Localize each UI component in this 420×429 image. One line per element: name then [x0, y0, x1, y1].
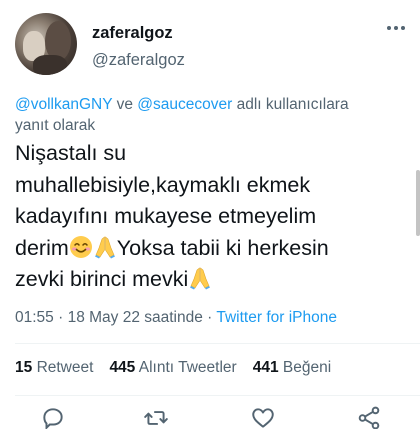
tweet-source-link[interactable]: Twitter for iPhone	[216, 309, 337, 326]
author-display-name[interactable]: zaferalgoz	[92, 24, 173, 43]
tweet-line: Yoksa tabii ki herkesin	[116, 235, 329, 260]
author-handle[interactable]: @zaferalgoz	[92, 51, 185, 70]
mention-link-saucecover[interactable]: @saucecover	[137, 96, 232, 113]
folded-hands-emoji-icon	[94, 235, 115, 258]
avatar-photo-detail	[33, 55, 67, 75]
heart-icon[interactable]	[250, 405, 280, 429]
mention-link-vollkangny[interactable]: @vollkanGNY	[15, 96, 112, 113]
divider	[15, 395, 420, 396]
tweet-text: Nişastalı su muhallebisiyle,kaymaklı ekm…	[15, 138, 415, 296]
engagement-stats: 15 Retweet 445 Alıntı Tweetler 441 Beğeni	[15, 359, 331, 377]
replying-to: @vollkanGNY ve @saucecover adlı kullanıc…	[15, 94, 407, 136]
retweets-label: Retweet	[36, 359, 94, 376]
tweet-line: zevki birinci mevki	[15, 267, 189, 291]
tweet-line: Nişastalı su	[15, 141, 127, 165]
tweet-line: muhallebisiyle,kaymaklı ekmek	[15, 172, 311, 197]
tweet-metadata: 01:55 · 18 May 22 saatinde · Twitter for…	[15, 309, 337, 327]
retweets-count: 15	[15, 359, 33, 376]
folded-hands-emoji-icon	[190, 267, 211, 290]
quotes-stat[interactable]: 445 Alıntı Tweetler	[109, 359, 236, 376]
quotes-count: 445	[109, 359, 136, 376]
quotes-label: Alıntı Tweetler	[138, 359, 237, 376]
more-dots	[387, 26, 405, 30]
likes-count: 441	[252, 359, 279, 376]
share-icon[interactable]	[356, 405, 386, 429]
tweet-line: derim	[15, 235, 69, 260]
reply-suffix: adlı kullanıcılara	[232, 96, 349, 113]
more-options-icon[interactable]	[382, 20, 410, 40]
action-bar	[0, 405, 420, 429]
separator: ·	[53, 309, 68, 326]
tweet-time[interactable]: 01:55	[15, 309, 54, 326]
tweet-line: kadayıfını mukayese etmeyelim	[15, 204, 317, 228]
smiling-face-emoji-icon	[69, 235, 92, 258]
separator: ·	[202, 309, 217, 326]
reply-connector: ve	[112, 96, 138, 113]
retweets-stat[interactable]: 15 Retweet	[15, 359, 93, 376]
reply-icon[interactable]	[40, 405, 70, 429]
retweet-icon[interactable]	[143, 405, 173, 429]
likes-label: Beğeni	[282, 359, 332, 376]
avatar[interactable]	[15, 13, 77, 75]
tweet-date[interactable]: 18 May 22 saatinde	[68, 309, 203, 326]
likes-stat[interactable]: 441 Beğeni	[253, 359, 331, 376]
reply-line2: yanıt olarak	[15, 117, 96, 134]
divider	[15, 343, 420, 344]
scrollbar-thumb[interactable]	[416, 170, 420, 236]
